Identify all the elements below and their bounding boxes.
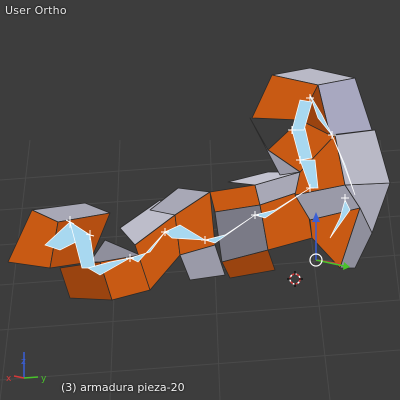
active-object-label: (3) armadura pieza-20 [61,381,185,394]
axis-y-line [23,376,39,379]
view-mode-label: User Ortho [5,4,67,17]
scene-canvas[interactable]: z x y [0,0,400,400]
3d-viewport[interactable]: z x y User Ortho (3) armadura pieza-20 [0,0,400,400]
mesh-face [7,209,59,269]
axis-z-label: z [21,357,26,367]
axis-x-label: x [6,374,12,384]
3d-cursor[interactable] [287,271,303,287]
mesh-face [334,129,391,186]
axis-x-line [13,375,25,379]
snake-mesh[interactable] [7,67,391,301]
axis-y-label: y [41,374,47,384]
